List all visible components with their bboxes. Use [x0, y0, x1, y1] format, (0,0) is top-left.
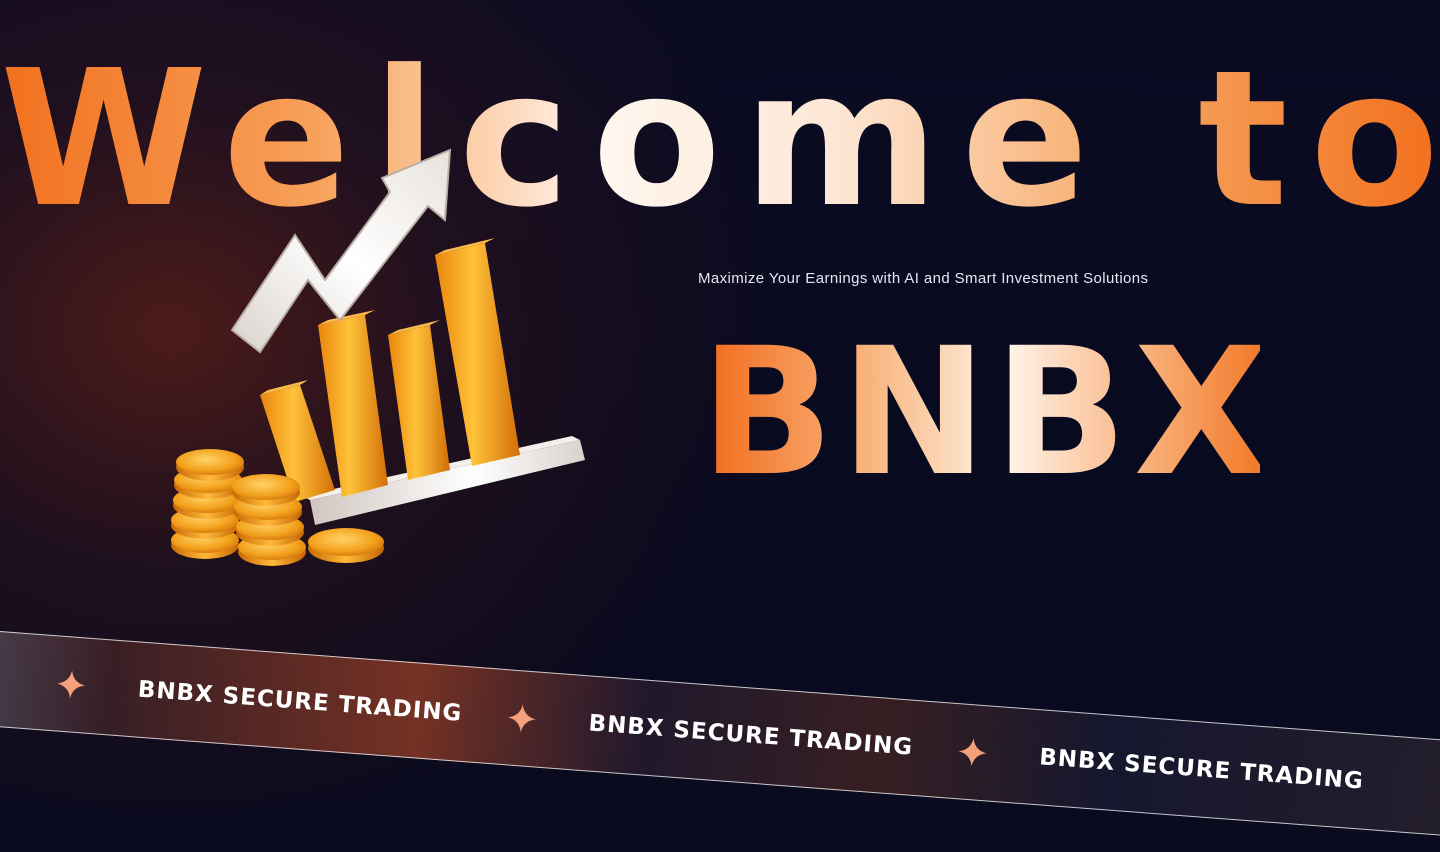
marquee-label: BNBX SECURE TRADING: [1038, 744, 1365, 795]
sparkle-icon: [958, 738, 987, 767]
growth-chart-with-coins-icon: [171, 148, 585, 566]
marquee-label: BNBX SECURE TRADING: [587, 710, 914, 761]
marquee-ribbon: BNBX SECURE TRADING BNBX SECURE TRADING …: [0, 628, 1440, 840]
hero-banner: Welcome to Maximize Your Earnings with A…: [0, 0, 1440, 852]
marquee-track: BNBX SECURE TRADING BNBX SECURE TRADING …: [53, 636, 1412, 831]
marquee-item: BNBX SECURE TRADING: [506, 702, 959, 766]
hero-tagline: Maximize Your Earnings with AI and Smart…: [698, 270, 1149, 287]
brand-name: BNBX: [700, 310, 1276, 515]
marquee-item: BNBX SECURE TRADING: [55, 668, 508, 732]
sparkle-icon: [507, 704, 536, 733]
marquee-label: BNBX SECURE TRADING: [136, 676, 464, 727]
marquee-item: BNBX SECURE TRADING: [956, 736, 1409, 800]
sparkle-icon: [57, 670, 86, 699]
